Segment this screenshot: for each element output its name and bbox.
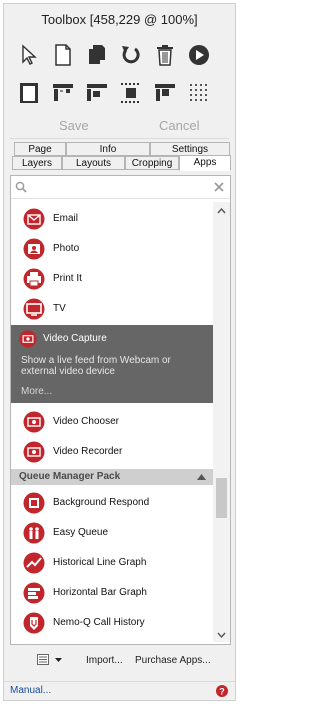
align-left-icon[interactable] [84, 80, 110, 106]
list-item-label: Video Recorder [53, 446, 123, 457]
tv-icon [23, 298, 45, 320]
tab-apps[interactable]: Apps [179, 155, 231, 171]
status-bar: Manual... ? [4, 681, 235, 700]
cancel-button[interactable]: Cancel [159, 118, 199, 133]
align-grid-icon[interactable] [152, 80, 178, 106]
selected-list-item-video-capture[interactable]: Video Capture Show a live feed from Webc… [11, 325, 213, 403]
search-input[interactable] [31, 179, 205, 196]
group-header-queue-manager-pack[interactable]: Queue Manager Pack [11, 469, 213, 485]
list-item-video-chooser[interactable]: Video Chooser [11, 407, 213, 437]
grid-icon[interactable] [186, 80, 212, 106]
list-item-background-respond[interactable]: Background Respond [11, 488, 213, 518]
manual-link[interactable]: Manual... [10, 685, 51, 696]
tab-layers[interactable]: Layers [12, 156, 62, 170]
more-link[interactable]: More... [21, 386, 52, 397]
list-item-label: Easy Queue [53, 527, 109, 538]
list-item-easy-queue[interactable]: Easy Queue [11, 518, 213, 548]
page-layout-icon[interactable] [16, 80, 42, 106]
refresh-icon[interactable] [118, 42, 144, 68]
help-icon[interactable]: ? [216, 685, 228, 697]
tab-info[interactable]: Info [66, 142, 150, 156]
apps-footer: Import... Purchase Apps... [4, 652, 235, 670]
line-graph-icon [23, 552, 45, 574]
list-item-label: Print It [53, 273, 82, 284]
purchase-apps-button[interactable]: Purchase Apps... [135, 655, 211, 666]
collapse-arrow-icon[interactable] [197, 474, 206, 480]
distribute-icon[interactable] [118, 80, 144, 106]
list-item-label: Email [53, 213, 79, 224]
list-item-print-it[interactable]: Print It [11, 264, 213, 294]
scroll-down-icon[interactable] [217, 632, 226, 638]
list-item-email[interactable]: Email [11, 204, 213, 234]
easy-queue-icon [23, 522, 45, 544]
svg-text:?: ? [219, 687, 225, 697]
pointer-tool-icon[interactable] [16, 42, 42, 68]
play-icon[interactable] [186, 42, 212, 68]
list-item-label: Horizontal Bar Graph [53, 587, 147, 598]
apps-panel: Email Photo Print It TV Video Capture Sh… [10, 175, 231, 645]
search-icon [15, 181, 27, 193]
scrollbar-thumb[interactable] [216, 478, 227, 518]
tab-settings[interactable]: Settings [150, 142, 230, 156]
list-item-label: Video Chooser [53, 416, 119, 427]
video-chooser-icon [23, 411, 45, 433]
list-item-photo[interactable]: Photo [11, 234, 213, 264]
align-top-icon[interactable] [50, 80, 76, 106]
view-options-icon[interactable] [37, 654, 51, 666]
trash-icon[interactable] [152, 42, 178, 68]
tab-cropping[interactable]: Cropping [125, 156, 179, 170]
list-item-label: TV [53, 303, 66, 314]
dropdown-arrow-icon[interactable] [55, 658, 62, 662]
list-item-label: Photo [53, 243, 80, 254]
list-item-historical-line-graph[interactable]: Historical Line Graph [11, 548, 213, 578]
email-icon [23, 208, 45, 230]
list-item-label: Background Respond [53, 497, 150, 508]
apps-list: Email Photo Print It TV Video Capture Sh… [11, 202, 213, 642]
group-label: Queue Manager Pack [19, 471, 121, 482]
list-item-label: Video Capture [43, 333, 107, 344]
list-item-horizontal-bar-graph[interactable]: Horizontal Bar Graph [11, 578, 213, 608]
new-page-icon[interactable] [50, 42, 76, 68]
clear-search-icon[interactable] [214, 182, 224, 192]
list-item-label: Nemo-Q Call History [53, 617, 145, 628]
bar-graph-icon [23, 582, 45, 604]
background-respond-icon [23, 492, 45, 514]
scroll-up-icon[interactable] [217, 208, 226, 214]
save-button[interactable]: Save [59, 118, 89, 133]
window-title: Toolbox [458,229 @ 100%] [41, 12, 198, 27]
duplicate-page-icon[interactable] [84, 42, 110, 68]
list-item-video-recorder[interactable]: Video Recorder [11, 437, 213, 467]
video-recorder-icon [23, 441, 45, 463]
divider [10, 138, 229, 139]
call-history-icon [23, 612, 45, 634]
list-item-tv[interactable]: TV [11, 294, 213, 324]
list-item-label: Historical Line Graph [53, 557, 147, 568]
tab-layouts[interactable]: Layouts [62, 156, 125, 170]
list-item-nemo-q-call-history[interactable]: Nemo-Q Call History [11, 608, 213, 638]
photo-icon [23, 238, 45, 260]
search-bar [11, 176, 230, 199]
video-capture-icon [19, 330, 37, 348]
scrollbar[interactable] [213, 202, 230, 642]
import-button[interactable]: Import... [86, 655, 123, 666]
toolbox-window: Toolbox [458,229 @ 100%] Save Cancel Pag… [3, 3, 236, 701]
tab-page[interactable]: Page [14, 142, 66, 156]
printer-icon [23, 268, 45, 290]
item-description: Show a live feed from Webcam or external… [21, 355, 171, 377]
